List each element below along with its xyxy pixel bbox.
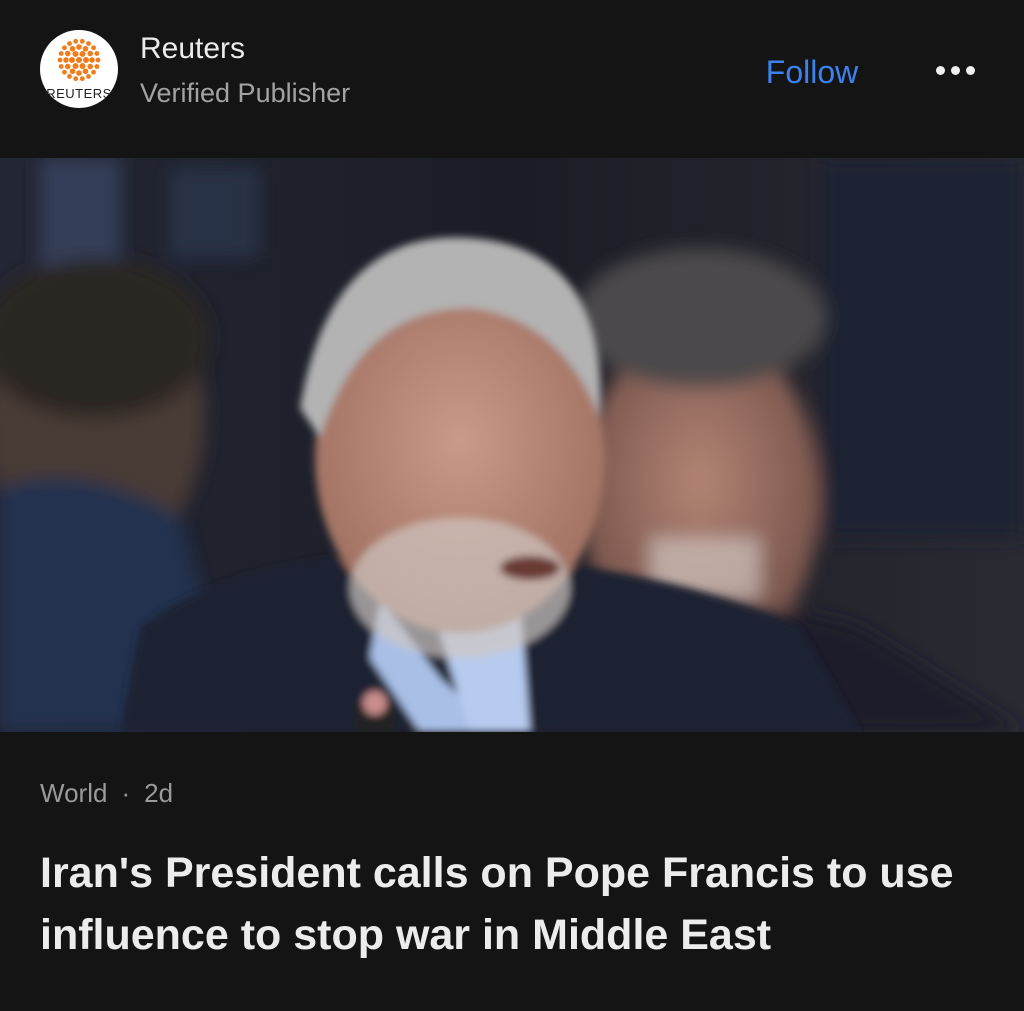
meta-separator: · — [121, 778, 131, 808]
publisher-logo[interactable]: REUTERS — [40, 30, 118, 108]
article-headline[interactable]: Iran's President calls on Pope Francis t… — [40, 842, 1000, 966]
publisher-logo-text: REUTERS — [46, 86, 112, 101]
article-meta: World · 2d — [40, 778, 173, 809]
publisher-verified-label: Verified Publisher — [140, 78, 351, 108]
publisher-name[interactable]: Reuters — [140, 32, 245, 66]
publisher-header: REUTERS Reuters Verified Publisher Follo… — [0, 0, 1024, 158]
more-dot — [935, 65, 945, 75]
more-dot — [965, 65, 975, 75]
article-category[interactable]: World — [40, 778, 107, 808]
more-options-icon[interactable] — [920, 52, 990, 88]
more-dot — [950, 65, 960, 75]
article-photo[interactable] — [0, 158, 1024, 732]
article-photo-illustration — [0, 158, 1024, 732]
article-age: 2d — [144, 778, 174, 808]
follow-button[interactable]: Follow — [740, 50, 884, 94]
